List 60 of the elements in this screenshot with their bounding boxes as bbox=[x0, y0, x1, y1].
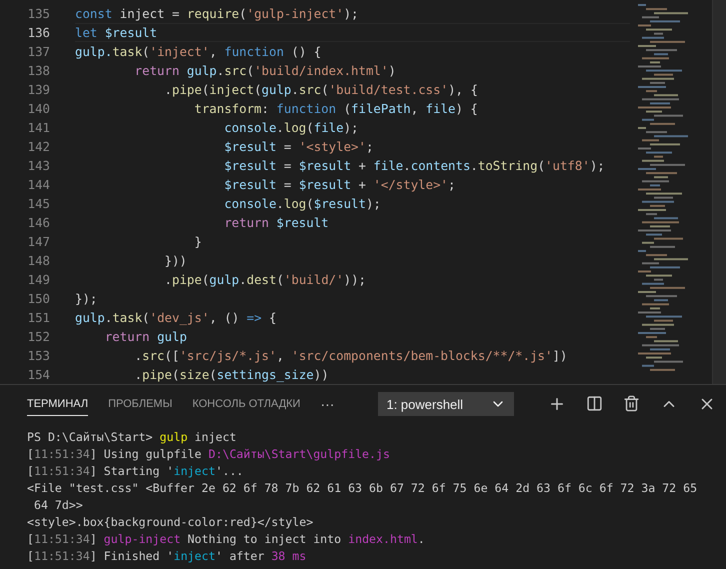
more-button[interactable]: ··· bbox=[320, 396, 334, 412]
terminal-line: 64 7d>> bbox=[32, 497, 84, 514]
split-icon bbox=[586, 395, 603, 412]
code-line: gulp.task('inject', function () { bbox=[75, 43, 322, 61]
line-number: 144 bbox=[26, 177, 50, 192]
plus-icon bbox=[548, 395, 566, 413]
code-line: transform: function (filePath, file) { bbox=[193, 100, 479, 118]
terminal-line: [11:51:34] Starting 'inject'... bbox=[27, 463, 244, 480]
code-line: } bbox=[193, 233, 203, 251]
line-number: 153 bbox=[26, 348, 50, 363]
code-line: .pipe(size(settings_size)) bbox=[134, 366, 330, 384]
line-number: 138 bbox=[26, 63, 50, 78]
line-number: 148 bbox=[26, 253, 50, 268]
code-line: return gulp bbox=[104, 328, 188, 346]
line-number: 147 bbox=[26, 234, 50, 249]
line-number: 136 bbox=[26, 25, 50, 40]
code-line: })) bbox=[164, 252, 188, 270]
panel-tab[interactable]: КОНСОЛЬ ОТЛАДКИ bbox=[192, 392, 300, 416]
code-line: console.log($result); bbox=[223, 195, 382, 213]
line-number: 137 bbox=[26, 44, 50, 59]
code-line: const inject = require('gulp-inject'); bbox=[75, 5, 360, 23]
line-number: 145 bbox=[26, 196, 50, 211]
terminal-line: PS D:\Сайты\Start> gulp inject bbox=[27, 429, 238, 446]
line-number: 140 bbox=[26, 101, 50, 116]
trash-icon bbox=[623, 395, 640, 412]
code-line: $result = $result + file.contents.toString('utf8'); bbox=[223, 157, 606, 175]
line-number: 150 bbox=[26, 291, 50, 306]
line-number: 135 bbox=[26, 6, 50, 21]
line-number: 142 bbox=[26, 139, 50, 154]
code-line: let $result bbox=[75, 23, 630, 42]
line-number: 139 bbox=[26, 82, 50, 97]
terminal-line: [11:51:34] gulp-inject Nothing to inject into index.html. bbox=[27, 531, 426, 548]
terminal-line: [11:51:34] Using gulpfile D:\Сайты\Start\gulpfile.js bbox=[27, 446, 391, 463]
line-number: 149 bbox=[26, 272, 50, 287]
line-number: 151 bbox=[26, 310, 50, 325]
delete-terminal-button[interactable] bbox=[623, 395, 640, 413]
line-number: 146 bbox=[26, 215, 50, 230]
line-number: 154 bbox=[26, 367, 50, 382]
code-line: return gulp.src('build/index.html') bbox=[134, 62, 397, 80]
terminal-line: <File "test.css" <Buffer 2e 62 6f 78 7b 62 61 63 6b 67 72 6f 75 6e 64 2d 63 6f 6c 6f 72 3a 72 65 bbox=[27, 480, 698, 497]
code-line: return $result bbox=[223, 214, 330, 232]
line-number: 152 bbox=[26, 329, 50, 344]
split-terminal-button[interactable] bbox=[586, 395, 603, 413]
code-line: $result = '<style>'; bbox=[223, 138, 374, 156]
terminal-line: [11:51:34] Finished 'inject' after 38 ms bbox=[27, 548, 308, 565]
new-terminal-button[interactable] bbox=[548, 395, 566, 413]
panel-tab[interactable]: ПРОБЛЕМЫ bbox=[108, 392, 172, 416]
code-line: .src(['src/js/*.js', 'src/components/bem-blocks/**/*.js']) bbox=[134, 347, 568, 365]
code-line: gulp.task('dev_js', () => { bbox=[75, 309, 278, 327]
code-line: console.log(file); bbox=[223, 119, 360, 137]
scrollbar[interactable] bbox=[712, 0, 726, 384]
code-line: $result = $result + '</style>'; bbox=[223, 176, 456, 194]
line-number: 143 bbox=[26, 158, 50, 173]
code-line: }); bbox=[75, 290, 98, 308]
panel-tab[interactable]: ТЕРМИНАЛ bbox=[27, 392, 88, 416]
terminal-line: <style>.box{background-color:red}</style> bbox=[27, 514, 314, 531]
code-line: .pipe(gulp.dest('build/')); bbox=[164, 271, 367, 289]
line-number: 141 bbox=[26, 120, 50, 135]
terminal-select[interactable]: 1: powershell bbox=[378, 392, 514, 416]
code-line: .pipe(inject(gulp.src('build/test.css'), { bbox=[164, 81, 479, 99]
